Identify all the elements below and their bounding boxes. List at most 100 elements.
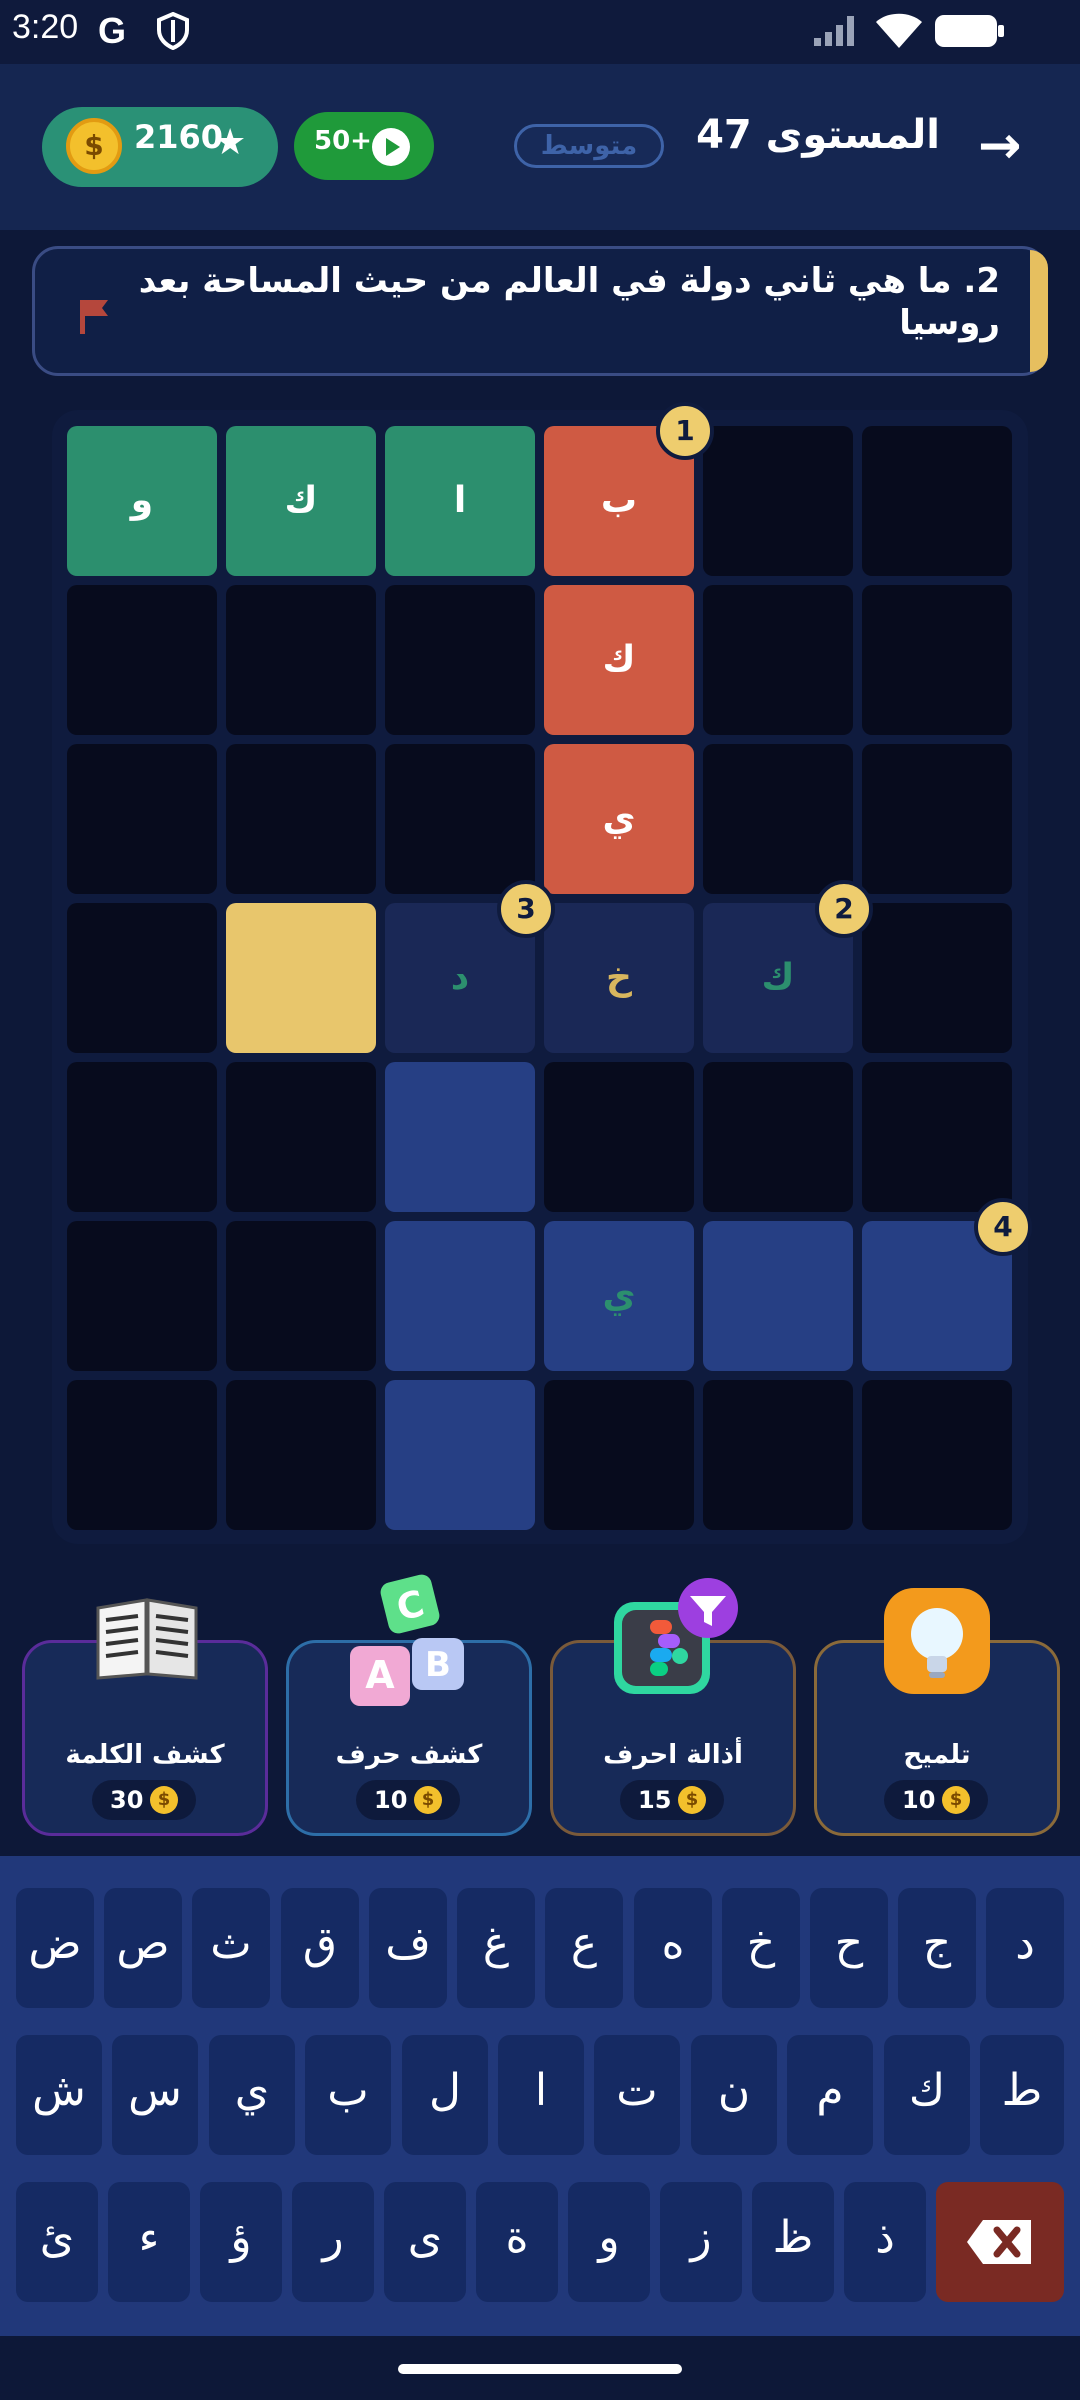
key[interactable]: ء [108,2182,190,2302]
board-cell[interactable] [385,1380,535,1530]
board-cell-empty [226,1221,376,1371]
key[interactable]: ي [209,2035,295,2155]
key[interactable]: ى [384,2182,466,2302]
coin-icon: $ [150,1786,178,1814]
letter-blocks-icon: CBA [342,1572,472,1716]
key[interactable]: ث [192,1888,270,2008]
key[interactable]: ب [305,2035,391,2155]
board-cell-empty [544,1380,694,1530]
board-cell[interactable] [703,1221,853,1371]
video-reward-label: 50+ [314,126,372,156]
board-cell-empty [67,1380,217,1530]
question-text: 2. ما هي ثاني دولة في العالم من حيث المس… [138,261,1000,343]
key[interactable]: ض [16,1888,94,2008]
board-cell[interactable]: ك [226,426,376,576]
key[interactable]: ش [16,2035,102,2155]
key[interactable]: د [986,1888,1064,2008]
cell-letter: ا [453,480,467,521]
key[interactable]: ن [691,2035,777,2155]
cell-letter: د [450,957,470,998]
board-cell[interactable]: ي [544,1221,694,1371]
coin-icon: $ [678,1786,706,1814]
board-cell[interactable] [385,1062,535,1212]
google-icon: G [98,10,127,51]
cost-value: 30 [110,1786,144,1814]
reveal-letter-cost: 10 $ [356,1780,460,1820]
key[interactable]: ق [281,1888,359,2008]
key[interactable]: ت [594,2035,680,2155]
key[interactable]: غ [457,1888,535,2008]
key[interactable]: ع [545,1888,623,2008]
backspace-icon [967,2220,1031,2264]
arrow-right-icon[interactable]: → [978,116,1022,176]
backspace-key[interactable] [936,2182,1064,2302]
flag-icon[interactable] [76,296,114,340]
status-time: 3:20 [12,8,79,46]
reveal-word-cost: 30 $ [92,1780,196,1820]
home-indicator[interactable] [398,2364,682,2374]
cell-letter: ي [602,1275,636,1316]
board-cell-empty [862,1380,1012,1530]
board-cell-empty [67,744,217,894]
key[interactable]: م [787,2035,873,2155]
svg-text:B: B [425,1645,451,1685]
key[interactable]: ر [292,2182,374,2302]
board-cell-empty [226,744,376,894]
board-cell[interactable]: خ [544,903,694,1053]
board-cell-empty [862,426,1012,576]
cell-letter: ي [602,798,636,839]
key[interactable]: ز [660,2182,742,2302]
key[interactable]: خ [722,1888,800,2008]
cell-letter: خ [606,957,632,998]
key[interactable]: ئ [16,2182,98,2302]
coin-icon: $ [942,1786,970,1814]
board-cell-empty [703,426,853,576]
book-icon [92,1596,202,1684]
cell-letter: و [130,480,154,521]
key[interactable]: ل [402,2035,488,2155]
key[interactable]: ذ [844,2182,926,2302]
board-cell-empty [703,1380,853,1530]
board-cell-empty [703,1062,853,1212]
hint-cost: 10 $ [884,1780,988,1820]
key[interactable]: ؤ [200,2182,282,2302]
key[interactable]: ص [104,1888,182,2008]
board-cell-empty [862,1062,1012,1212]
board-cell[interactable]: و [67,426,217,576]
key[interactable]: ا [498,2035,584,2155]
board-cell[interactable] [385,1221,535,1371]
key[interactable]: ف [369,1888,447,2008]
key[interactable]: ظ [752,2182,834,2302]
cell-letter: ب [600,480,638,521]
board-cell[interactable]: ا [385,426,535,576]
key[interactable]: ح [810,1888,888,2008]
wifi-icon [874,10,924,54]
level-title: المستوى 47 [696,112,940,158]
difficulty-badge: متوسط [514,124,664,168]
board-cell-empty [67,1221,217,1371]
board-cell[interactable]: ي [544,744,694,894]
remove-letters-cost: 15 $ [620,1780,724,1820]
cost-value: 15 [638,1786,672,1814]
clue-number-badge: 3 [497,880,555,938]
key[interactable]: س [112,2035,198,2155]
coin-icon: $ [66,118,122,174]
key[interactable]: ج [898,1888,976,2008]
board-cell[interactable]: ك [544,585,694,735]
cell-letter: ك [761,957,795,998]
key[interactable]: ة [476,2182,558,2302]
board-cell-selected[interactable] [226,903,376,1053]
board-cell-empty [862,585,1012,735]
key[interactable]: ك [884,2035,970,2155]
reveal-letter-label: كشف حرف [335,1740,483,1770]
board-cell-empty [226,585,376,735]
shield-icon [156,11,190,54]
star-icon: ★ [214,122,247,163]
key[interactable]: ط [980,2035,1064,2155]
board-cell-empty [544,1062,694,1212]
lightbulb-icon [882,1586,992,1700]
key[interactable]: ه [634,1888,712,2008]
play-icon [372,128,410,166]
key[interactable]: و [568,2182,650,2302]
board-cell-empty [67,1062,217,1212]
